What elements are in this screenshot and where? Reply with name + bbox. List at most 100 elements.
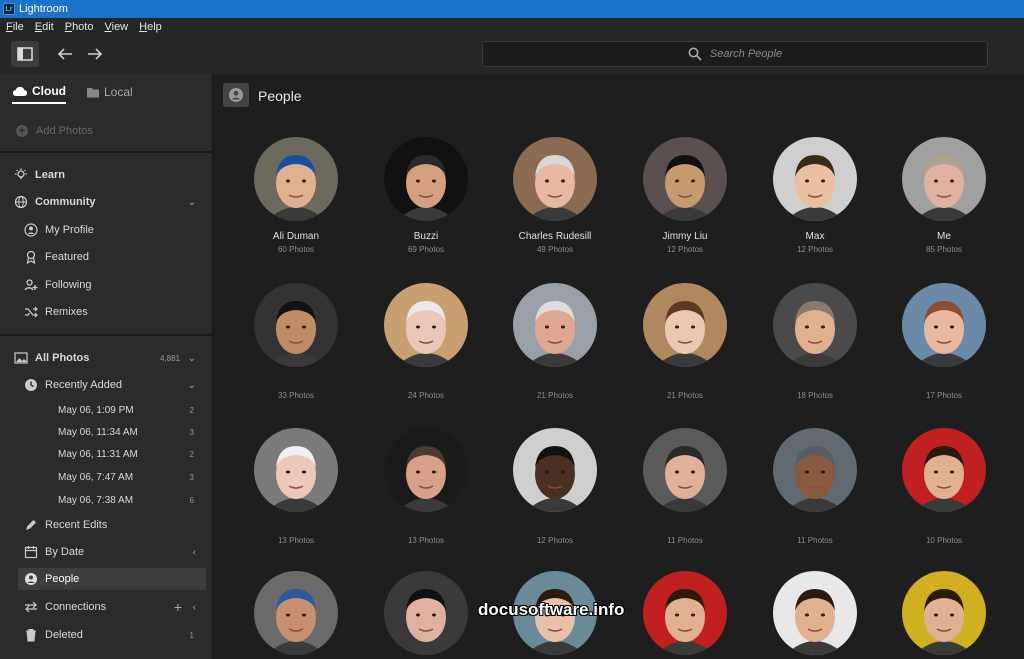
person-avatar[interactable] xyxy=(902,571,986,655)
menu-photo[interactable]: Photo xyxy=(65,21,94,33)
sidebar-item-deleted[interactable]: Deleted 1 xyxy=(0,624,212,646)
person-card[interactable]: Max 12 Photos xyxy=(755,137,875,254)
person-avatar[interactable] xyxy=(513,428,597,512)
person-card[interactable]: 11 Photos xyxy=(755,428,875,545)
person-card[interactable]: 10 Photos xyxy=(884,428,1004,545)
tab-local[interactable]: Local xyxy=(86,84,133,104)
chevron-down-icon[interactable]: ⌄ xyxy=(188,353,196,364)
person-avatar[interactable] xyxy=(513,283,597,367)
person-name[interactable]: Ali Duman xyxy=(236,231,356,243)
person-avatar[interactable] xyxy=(773,283,857,367)
person-avatar[interactable] xyxy=(902,137,986,221)
menu-help[interactable]: Help xyxy=(139,21,162,33)
person-card[interactable]: Jimmy Liu 12 Photos xyxy=(625,137,745,254)
person-name[interactable] xyxy=(625,377,745,389)
search-people-input[interactable]: Search People xyxy=(482,41,988,67)
person-card[interactable]: 13 Photos xyxy=(236,428,356,545)
person-name[interactable] xyxy=(366,522,486,534)
sidebar-item-all-photos[interactable]: All Photos 4,881 ⌄ xyxy=(0,347,212,369)
person-avatar[interactable] xyxy=(773,428,857,512)
person-card[interactable]: 12 Photos xyxy=(495,428,615,545)
person-name[interactable] xyxy=(236,522,356,534)
person-name[interactable] xyxy=(884,377,1004,389)
recent-date-item[interactable]: May 06, 7:38 AM 6 xyxy=(0,489,212,511)
person-name[interactable] xyxy=(495,522,615,534)
sidebar-item-featured[interactable]: Featured xyxy=(0,246,212,268)
person-card[interactable]: 18 Photos xyxy=(755,283,875,400)
person-avatar[interactable] xyxy=(643,428,727,512)
sidebar-item-my-profile[interactable]: My Profile xyxy=(0,219,212,241)
sidebar-item-community[interactable]: Community ⌄ xyxy=(0,191,212,213)
person-name[interactable] xyxy=(625,522,745,534)
chevron-down-icon[interactable]: ⌄ xyxy=(188,197,196,208)
person-card[interactable]: 17 Photos xyxy=(884,283,1004,400)
chevron-left-icon[interactable]: ‹ xyxy=(193,602,196,613)
chevron-left-icon[interactable]: ‹ xyxy=(193,547,196,558)
person-avatar[interactable] xyxy=(643,137,727,221)
add-photos-button[interactable]: + Add Photos xyxy=(16,125,93,137)
person-name[interactable] xyxy=(366,377,486,389)
person-card[interactable]: Buzzi 69 Photos xyxy=(366,137,486,254)
menu-edit[interactable]: Edit xyxy=(35,21,54,33)
forward-button[interactable] xyxy=(84,43,106,65)
person-card[interactable]: 13 Photos xyxy=(366,428,486,545)
person-card[interactable]: 24 Photos xyxy=(366,283,486,400)
person-card[interactable] xyxy=(366,571,486,659)
person-card[interactable]: Charles Rudesill 49 Photos xyxy=(495,137,615,254)
back-button[interactable] xyxy=(54,43,76,65)
person-card[interactable] xyxy=(884,571,1004,659)
person-card[interactable]: 33 Photos xyxy=(236,283,356,400)
person-avatar[interactable] xyxy=(384,283,468,367)
person-name[interactable]: Buzzi xyxy=(366,231,486,243)
sidebar-item-learn[interactable]: Learn xyxy=(0,164,212,186)
sidebar-item-connections[interactable]: Connections + ‹ xyxy=(0,596,212,618)
person-avatar[interactable] xyxy=(773,571,857,655)
recent-date-item[interactable]: May 06, 11:31 AM 2 xyxy=(0,443,212,465)
recent-date-item[interactable]: May 06, 7:47 AM 3 xyxy=(0,466,212,488)
person-avatar[interactable] xyxy=(384,428,468,512)
sidebar-item-remixes[interactable]: Remixes xyxy=(0,301,212,323)
person-avatar[interactable] xyxy=(254,137,338,221)
person-card[interactable] xyxy=(236,571,356,659)
add-connection-icon[interactable]: + xyxy=(174,599,182,615)
person-avatar[interactable] xyxy=(643,571,727,655)
person-avatar[interactable] xyxy=(384,137,468,221)
menu-file[interactable]: File xyxy=(6,21,24,33)
person-card[interactable]: Ali Duman 60 Photos xyxy=(236,137,356,254)
person-card[interactable]: 21 Photos xyxy=(625,283,745,400)
sidebar-item-people[interactable]: People xyxy=(18,568,206,590)
person-card[interactable]: 21 Photos xyxy=(495,283,615,400)
person-avatar[interactable] xyxy=(254,283,338,367)
tab-cloud[interactable]: Cloud xyxy=(12,84,66,104)
person-name[interactable]: Jimmy Liu xyxy=(625,231,745,243)
person-name[interactable] xyxy=(236,377,356,389)
panel-toggle-button[interactable] xyxy=(11,41,39,67)
person-name[interactable]: Charles Rudesill xyxy=(495,231,615,243)
person-avatar[interactable] xyxy=(384,571,468,655)
person-card[interactable] xyxy=(625,571,745,659)
sidebar-item-following[interactable]: Following xyxy=(0,274,212,296)
person-name[interactable]: Max xyxy=(755,231,875,243)
person-avatar[interactable] xyxy=(254,571,338,655)
person-name[interactable] xyxy=(495,377,615,389)
person-card[interactable] xyxy=(755,571,875,659)
person-card[interactable]: 11 Photos xyxy=(625,428,745,545)
person-name[interactable]: Me xyxy=(884,231,1004,243)
person-name[interactable] xyxy=(755,377,875,389)
recent-date-item[interactable]: May 06, 1:09 PM 2 xyxy=(0,399,212,421)
menu-view[interactable]: View xyxy=(104,21,128,33)
sidebar-item-recently-added[interactable]: Recently Added ⌄ xyxy=(0,374,212,396)
sidebar-item-by-date[interactable]: By Date ‹ xyxy=(0,541,212,563)
person-avatar[interactable] xyxy=(773,137,857,221)
person-avatar[interactable] xyxy=(902,428,986,512)
chevron-down-icon[interactable]: ⌄ xyxy=(188,380,196,391)
person-avatar[interactable] xyxy=(643,283,727,367)
person-name[interactable] xyxy=(884,522,1004,534)
sidebar-item-recent-edits[interactable]: Recent Edits xyxy=(0,514,212,536)
person-name[interactable] xyxy=(755,522,875,534)
person-avatar[interactable] xyxy=(254,428,338,512)
recent-date-item[interactable]: May 06, 11:34 AM 3 xyxy=(0,421,212,443)
person-avatar[interactable] xyxy=(902,283,986,367)
person-card[interactable]: Me 85 Photos xyxy=(884,137,1004,254)
person-avatar[interactable] xyxy=(513,137,597,221)
